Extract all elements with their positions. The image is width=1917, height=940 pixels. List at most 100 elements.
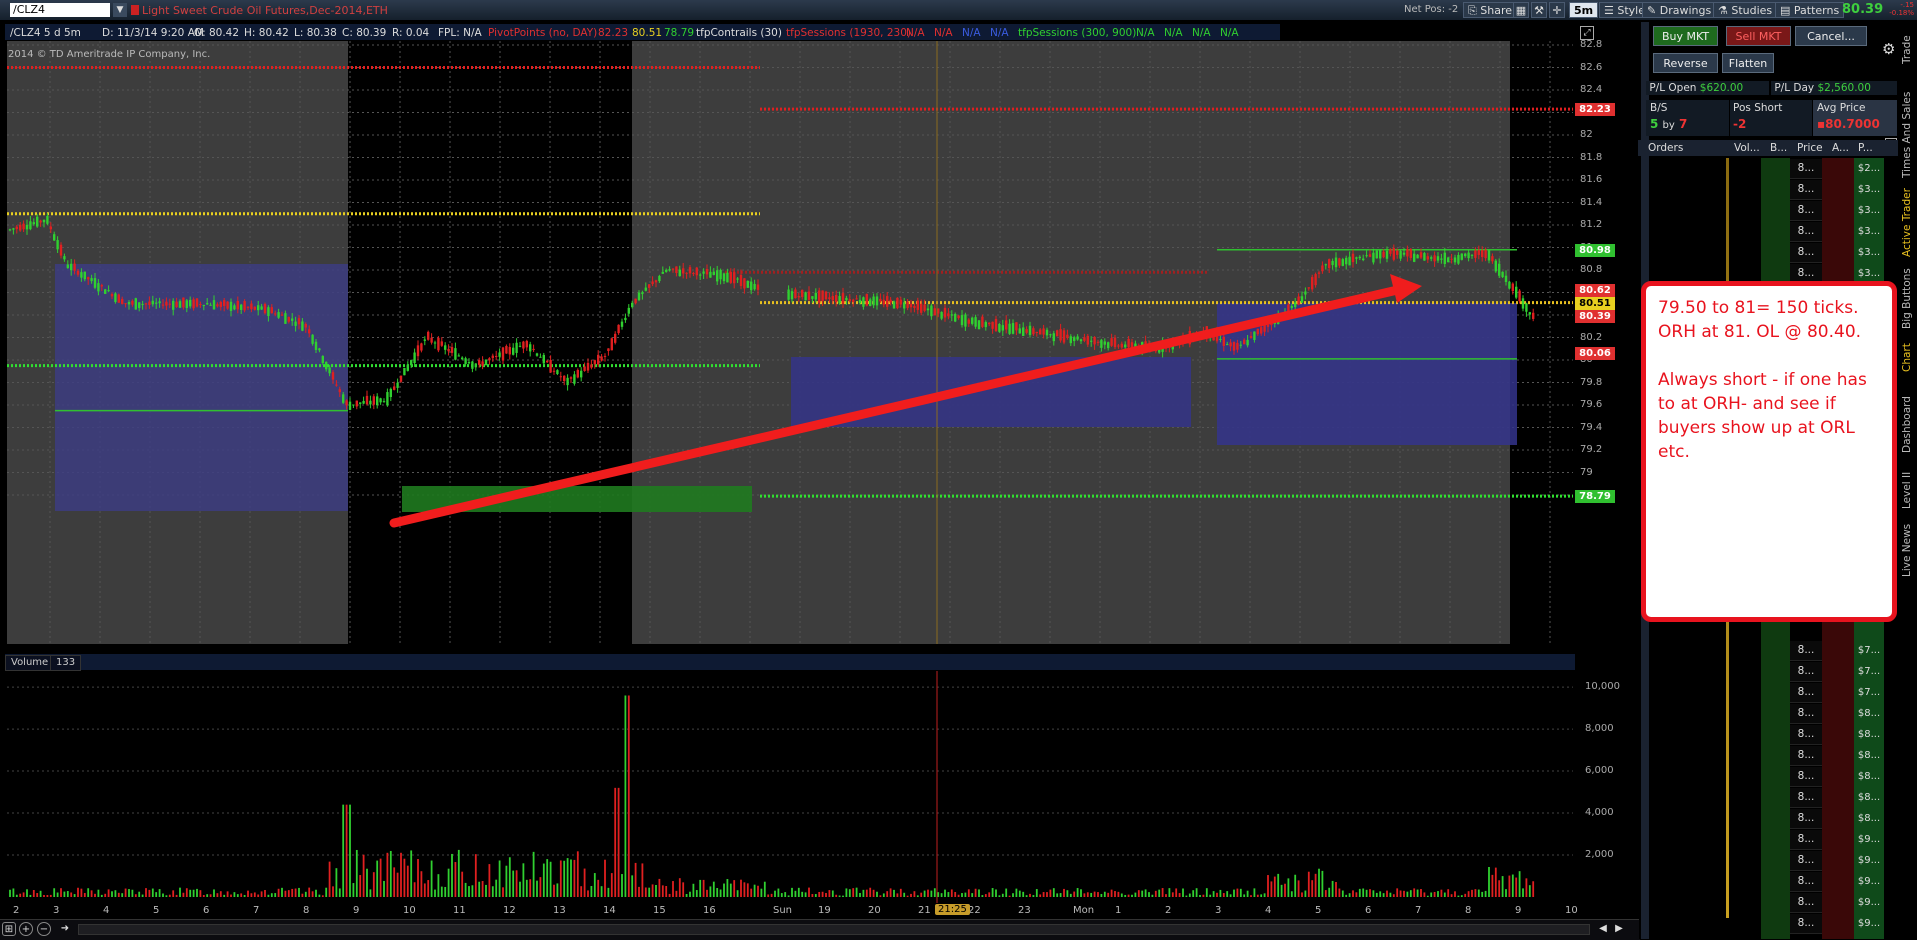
time-tick: 14 xyxy=(603,905,616,916)
volume-bar xyxy=(318,894,321,897)
candle-body xyxy=(794,289,797,299)
candle-body xyxy=(1355,257,1358,259)
flatten-button[interactable]: Flatten xyxy=(1722,53,1774,73)
volume-bar xyxy=(1532,881,1535,897)
candle-body xyxy=(287,316,290,322)
side-tab[interactable]: Chart xyxy=(1901,338,1917,378)
volume-bar xyxy=(359,875,362,897)
volume-bar xyxy=(1430,892,1433,897)
volume-bar xyxy=(899,888,902,897)
volume-bar xyxy=(1318,868,1320,897)
candle-body xyxy=(406,364,409,371)
candle-body xyxy=(138,302,141,308)
cancel-orders-button[interactable]: Cancel... xyxy=(1795,26,1867,46)
instrument-icon xyxy=(131,5,139,15)
candle-body xyxy=(189,299,192,307)
candle-body xyxy=(257,305,260,311)
wrench-icon[interactable]: ⚒ xyxy=(1531,2,1547,18)
volume-bar xyxy=(206,894,209,897)
volume-bar xyxy=(1192,890,1195,897)
expand-icon[interactable]: ⤢ xyxy=(1580,26,1594,40)
zoom-in-icon[interactable]: + xyxy=(19,922,33,936)
layout-icon[interactable]: ⊞ xyxy=(2,922,16,936)
candle-body xyxy=(1419,252,1423,258)
reverse-button[interactable]: Reverse xyxy=(1653,53,1718,73)
timeframe-button[interactable]: 5m xyxy=(1569,2,1599,18)
volume-bar xyxy=(913,891,916,897)
zoom-out-icon[interactable]: − xyxy=(37,922,51,936)
candle-body xyxy=(464,358,467,364)
candle-body xyxy=(909,303,913,308)
ladder-pnl: $9... xyxy=(1857,918,1881,929)
side-tab[interactable]: Dashboard xyxy=(1901,390,1917,460)
volume-bar xyxy=(196,888,198,897)
candle-body xyxy=(1307,287,1310,289)
drawings-button[interactable]: ✎ Drawings xyxy=(1642,2,1717,18)
volume-bar xyxy=(1426,895,1429,897)
sell-market-button[interactable]: Sell MKT xyxy=(1726,26,1791,46)
volume-bar xyxy=(175,894,178,897)
bs-ask: 7 xyxy=(1679,117,1688,131)
symbol-dropdown-icon[interactable]: ▼ xyxy=(113,3,127,17)
studies-button[interactable]: ⚗ Studies xyxy=(1713,2,1778,18)
symbol-input[interactable]: /CLZ4 xyxy=(10,3,110,17)
candle-body xyxy=(192,299,195,309)
volume-bar xyxy=(141,894,144,897)
candle-body xyxy=(15,226,18,230)
volume-bar xyxy=(1352,890,1354,897)
candle-body xyxy=(1368,254,1372,257)
patterns-button[interactable]: ▤ Patterns xyxy=(1775,2,1845,18)
volume-bar xyxy=(1035,889,1038,897)
candle-body xyxy=(658,275,661,282)
volume-bar xyxy=(1188,893,1191,897)
side-tab[interactable]: Active Trader xyxy=(1901,185,1917,260)
time-tick: 13 xyxy=(553,905,566,916)
volume-bar xyxy=(614,787,617,897)
candle-body xyxy=(1311,277,1314,290)
volume-bar xyxy=(383,880,385,897)
candle-body xyxy=(947,313,950,317)
candle-body xyxy=(274,313,277,315)
volume-bar xyxy=(1056,893,1059,897)
volume-chart[interactable] xyxy=(7,671,1573,903)
volume-bar xyxy=(80,888,83,897)
candle-body xyxy=(841,293,845,304)
buy-market-button[interactable]: Buy MKT xyxy=(1653,26,1718,46)
price-tick: 82 xyxy=(1580,129,1593,140)
grid-icon[interactable]: ▦ xyxy=(1513,2,1529,18)
share-button[interactable]: ⎘ Share xyxy=(1463,2,1518,18)
candle-body xyxy=(1515,286,1518,298)
settings-gear-icon[interactable]: ⚙ xyxy=(1882,40,1895,58)
candle-body xyxy=(1491,256,1494,262)
drawings-label: Drawings xyxy=(1659,4,1712,17)
volume-bar xyxy=(325,887,328,897)
candle-body xyxy=(886,296,889,307)
crosshair-icon[interactable]: ✛ xyxy=(1549,2,1565,18)
side-tab[interactable]: Live News xyxy=(1901,520,1917,580)
volume-bar xyxy=(1212,891,1215,897)
scroll-end-icon[interactable]: ▶ xyxy=(1612,922,1626,936)
scroll-left-icon[interactable]: ◀ xyxy=(1596,922,1610,936)
candle-body xyxy=(712,271,715,275)
volume-bar xyxy=(216,893,219,897)
side-tab[interactable]: Trade xyxy=(1901,25,1917,75)
ladder-price: 8... xyxy=(1790,851,1822,871)
volume-bar xyxy=(1314,873,1317,897)
ladder-price: 8... xyxy=(1790,662,1822,682)
study-item: PivotPoints (no, DAY) xyxy=(488,27,598,39)
candle-body xyxy=(1494,260,1497,272)
side-tab[interactable]: Level II xyxy=(1901,465,1917,515)
volume-bar xyxy=(311,891,314,897)
volume-value: 133 xyxy=(50,655,82,671)
side-tab[interactable]: Big Buttons xyxy=(1901,265,1917,333)
horizontal-scrollbar[interactable] xyxy=(78,924,1590,935)
scroll-right-icon[interactable]: ➜ xyxy=(58,922,72,936)
volume-bar xyxy=(471,885,474,897)
volume-bar xyxy=(1423,892,1426,897)
candle-body xyxy=(1477,250,1480,255)
candle-body xyxy=(25,224,29,230)
side-tab[interactable]: Times And Sales xyxy=(1901,80,1917,190)
volume-bar xyxy=(1253,888,1256,897)
volume-bar xyxy=(886,891,889,897)
price-chart[interactable] xyxy=(7,41,1573,644)
